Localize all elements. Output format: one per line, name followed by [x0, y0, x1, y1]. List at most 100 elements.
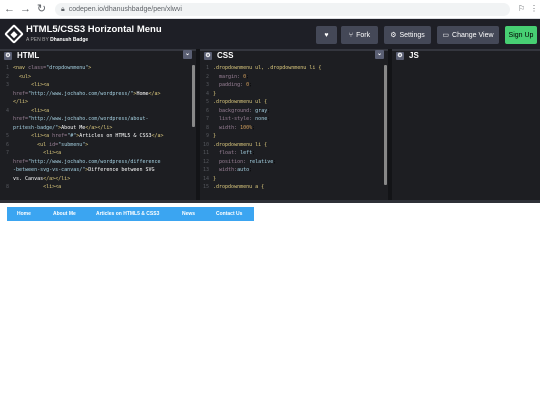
- code-text: margin: 0;: [219, 73, 250, 80]
- css-code[interactable]: 1 .dropdownmenu ul, .dropdownmenu li {2 m…: [200, 62, 388, 200]
- code-line[interactable]: 15 .dropdownmenu a {: [200, 183, 388, 192]
- line-number: 9: [205, 133, 209, 139]
- code-line[interactable]: 13 width:auto;: [200, 166, 388, 175]
- code-text: href="http://www.jochaho.com/wordpress/"…: [13, 90, 161, 97]
- code-text: width:auto;: [219, 167, 253, 173]
- change-view-button[interactable]: ▭ Change View: [437, 26, 499, 44]
- code-line[interactable]: href="http://www.jochaho.com/wordpress/d…: [0, 158, 196, 167]
- codepen-logo-icon[interactable]: [4, 24, 24, 44]
- back-icon[interactable]: ←: [3, 3, 16, 16]
- code-line[interactable]: 4 <li><a: [0, 107, 196, 116]
- line-number: 6: [5, 141, 9, 148]
- code-line[interactable]: 1 .dropdownmenu ul, .dropdownmenu li {: [200, 64, 388, 73]
- menu-item-home[interactable]: Home: [17, 211, 31, 217]
- translate-icon[interactable]: ⚐: [518, 4, 525, 13]
- code-line[interactable]: 8 <li><a: [0, 183, 196, 192]
- css-editor-header: ⚙ CSS ⌄: [200, 49, 388, 60]
- browser-toolbar: ← → ↻ 🔒︎ codepen.io/dhanushbadge/pen/xlw…: [0, 0, 540, 19]
- code-text: -between-svg-vs-canvas/">Difference betw…: [13, 167, 155, 173]
- code-text: width: 100%;: [219, 124, 256, 131]
- preview-resizer[interactable]: [0, 200, 540, 203]
- line-number: 7: [5, 150, 9, 156]
- code-line[interactable]: href="http://www.jochaho.com/wordpress/"…: [0, 90, 196, 99]
- lock-icon: 🔒︎: [61, 5, 65, 13]
- gear-icon[interactable]: ⚙: [204, 51, 212, 60]
- code-line[interactable]: 11 float: left;: [200, 149, 388, 158]
- code-line[interactable]: 2 <ul>: [0, 73, 196, 82]
- address-bar[interactable]: 🔒︎ codepen.io/dhanushbadge/pen/xlwvi: [55, 3, 510, 16]
- menu-item-contact[interactable]: Contact Us: [216, 211, 242, 217]
- code-line[interactable]: 5 .dropdownmenu ul {: [200, 98, 388, 107]
- code-line[interactable]: 1 <nav class="dropdownmenu">: [0, 64, 196, 73]
- code-line[interactable]: 14}: [200, 175, 388, 184]
- signup-button[interactable]: Sign Up: [505, 26, 537, 44]
- scrollbar[interactable]: [192, 65, 195, 127]
- forward-icon[interactable]: →: [19, 3, 32, 16]
- reload-icon[interactable]: ↻: [35, 3, 48, 16]
- code-line[interactable]: 12 position: relative;: [200, 158, 388, 167]
- code-text: vs. Canvas</a></li>: [13, 175, 71, 182]
- menu-item-about[interactable]: About Me: [53, 211, 76, 217]
- code-text: <li><a: [43, 184, 62, 190]
- gear-icon[interactable]: ⚙: [4, 51, 12, 60]
- code-line[interactable]: pritesh-badge/">About Me</a></li>: [0, 124, 196, 133]
- code-line[interactable]: 3 padding: 0;: [200, 81, 388, 90]
- code-text: </li>: [13, 99, 29, 105]
- code-text: pritesh-badge/">About Me</a></li>: [13, 124, 113, 131]
- code-line[interactable]: 7 list-style: none;: [200, 115, 388, 124]
- code-line[interactable]: vs. Canvas</a></li>: [0, 175, 196, 184]
- html-editor-header: ⚙ HTML ⌄: [0, 49, 196, 60]
- code-text: .dropdownmenu ul {: [213, 99, 268, 105]
- code-line[interactable]: href="http://www.jochaho.com/wordpress/a…: [0, 115, 196, 124]
- code-line[interactable]: 9}: [200, 132, 388, 141]
- line-number: 12: [202, 158, 209, 165]
- js-editor-header: ⚙ JS: [392, 49, 540, 60]
- code-text: background: gray;: [219, 107, 271, 114]
- code-line[interactable]: 8 width: 100%;: [200, 124, 388, 133]
- code-text: .dropdownmenu li {: [213, 141, 268, 148]
- line-number: 5: [205, 99, 209, 105]
- code-line[interactable]: 4}: [200, 90, 388, 99]
- chevron-down-icon[interactable]: ⌄: [183, 50, 192, 59]
- js-editor[interactable]: ⚙ JS: [392, 49, 540, 200]
- code-line[interactable]: 3 <li><a: [0, 81, 196, 90]
- fork-icon: ⑂: [348, 31, 354, 39]
- code-text: <ul>: [19, 73, 32, 80]
- settings-button[interactable]: ⚙ Settings: [384, 26, 431, 44]
- code-text: list-style: none;: [219, 116, 271, 122]
- pen-author[interactable]: A PEN BY Dhanush Badge: [26, 37, 88, 43]
- editor-label: JS: [409, 51, 419, 60]
- code-line[interactable]: 2 margin: 0;: [200, 73, 388, 82]
- line-number: 8: [205, 124, 209, 131]
- layout-icon: ▭: [442, 32, 450, 39]
- code-line[interactable]: 10 .dropdownmenu li {: [200, 141, 388, 150]
- scrollbar[interactable]: [384, 65, 387, 185]
- heart-button[interactable]: ♥: [316, 26, 337, 44]
- code-text: <li><a: [43, 150, 62, 156]
- gear-icon: ⚙: [390, 32, 397, 39]
- code-line[interactable]: 6 <ul id="submenu">: [0, 141, 196, 150]
- menu-item-news[interactable]: News: [182, 211, 195, 217]
- menu-icon[interactable]: ⋮: [530, 4, 538, 13]
- line-number: 11: [202, 150, 209, 156]
- heart-icon: ♥: [324, 31, 329, 39]
- chevron-down-icon[interactable]: ⌄: [375, 50, 384, 59]
- line-number: 7: [205, 116, 209, 122]
- gear-icon[interactable]: ⚙: [396, 51, 404, 60]
- code-text: <ul id="submenu">: [37, 141, 89, 148]
- code-text: float: left;: [219, 150, 256, 156]
- html-code[interactable]: 1 <nav class="dropdownmenu"> 2 <ul> 3 <li><…: [0, 62, 196, 200]
- fork-button[interactable]: ⑂ Fork: [341, 26, 378, 44]
- code-text: }: [213, 90, 217, 97]
- editor-label: CSS: [217, 51, 234, 60]
- html-editor[interactable]: ⚙ HTML ⌄ 1 <nav class="dropdownmenu"> 2 <u…: [0, 49, 196, 200]
- code-line[interactable]: 7 <li><a: [0, 149, 196, 158]
- menu-item-articles[interactable]: Articles on HTML5 & CSS3: [96, 211, 159, 217]
- line-number: 5: [5, 133, 9, 139]
- code-line[interactable]: -between-svg-vs-canvas/">Difference betw…: [0, 166, 196, 175]
- code-line[interactable]: </li>: [0, 98, 196, 107]
- css-editor[interactable]: ⚙ CSS ⌄ 1 .dropdownmenu ul, .dropdownmenu…: [200, 49, 388, 200]
- codepen-header: HTML5/CSS3 Horizontal Menu A PEN BY Dhan…: [0, 19, 540, 49]
- code-line[interactable]: 6 background: gray;: [200, 107, 388, 116]
- code-line[interactable]: 5 <li><a href="#">Articles on HTML5 & CS…: [0, 132, 196, 141]
